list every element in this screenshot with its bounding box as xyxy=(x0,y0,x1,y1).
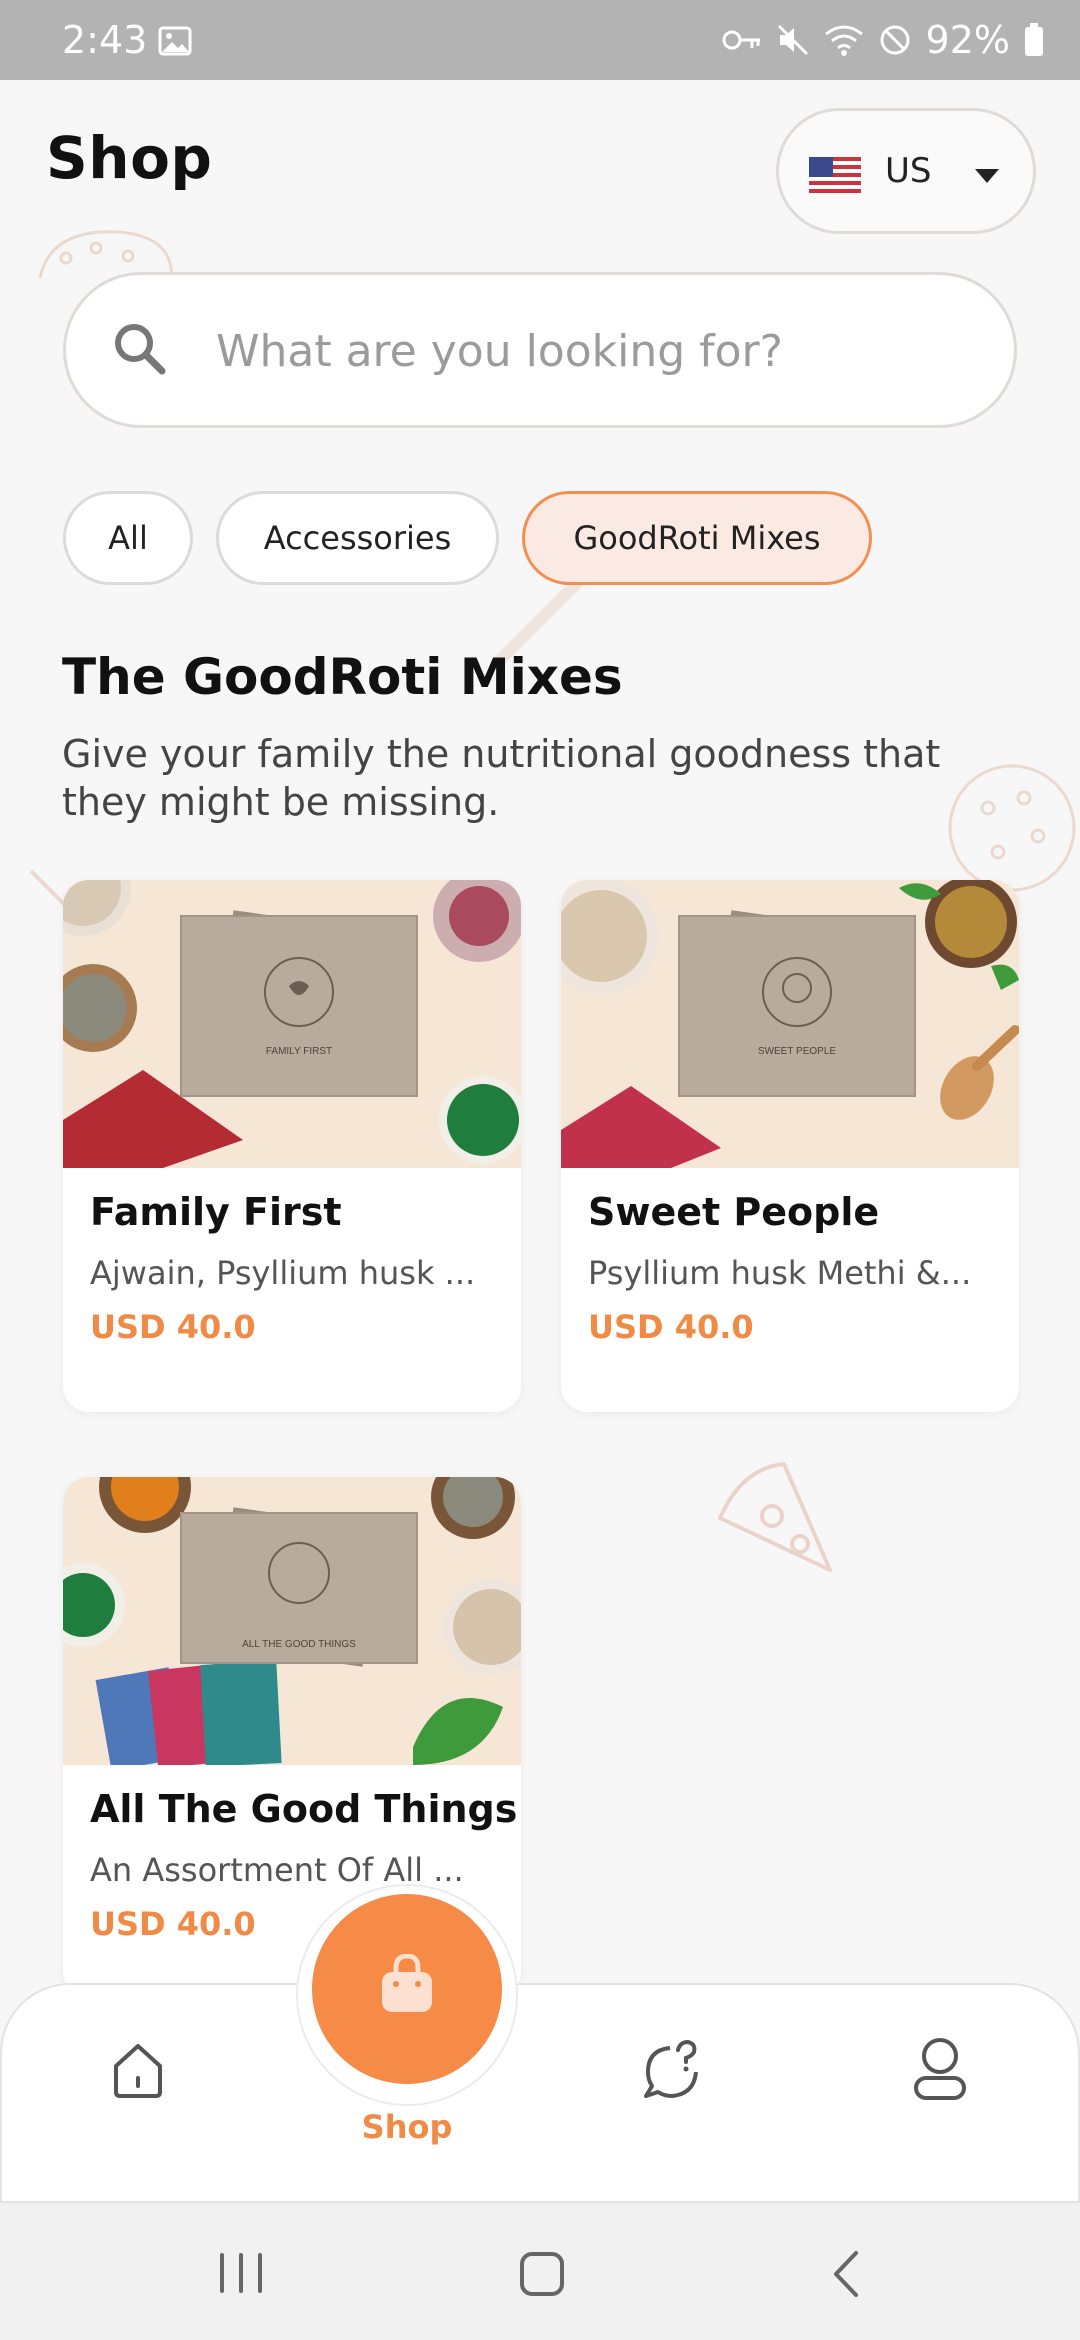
key-icon xyxy=(722,30,760,50)
product-image: ALL THE GOOD THINGS xyxy=(63,1477,521,1765)
recent-apps-icon[interactable] xyxy=(218,2251,264,2295)
product-description: An Assortment Of All ... xyxy=(90,1851,464,1889)
product-name: Family First xyxy=(90,1190,342,1234)
product-card-sweet-people[interactable]: SWEET PEOPLE Sweet People Psyllium husk … xyxy=(561,880,1019,1412)
country-selector[interactable]: US xyxy=(776,108,1036,234)
box-label: FAMILY FIRST xyxy=(266,1046,332,1057)
home-button-icon[interactable] xyxy=(519,2251,565,2297)
product-image: FAMILY FIRST xyxy=(63,880,521,1168)
shop-tab-button[interactable] xyxy=(312,1894,502,2084)
section-title: The GoodRoti Mixes xyxy=(62,648,623,706)
pizza-doodle-icon xyxy=(718,1462,832,1572)
product-image: SWEET PEOPLE xyxy=(561,880,1019,1168)
product-price: USD 40.0 xyxy=(90,1308,256,1346)
status-bar: 2:43 92% xyxy=(0,0,1080,80)
country-label: US xyxy=(885,151,932,191)
product-description: Ajwain, Psyllium husk ... xyxy=(90,1254,476,1292)
search-input[interactable] xyxy=(214,315,978,387)
search-bar[interactable] xyxy=(63,272,1017,428)
section-subtitle: Give your family the nutritional goodnes… xyxy=(62,732,941,824)
box-label: SWEET PEOPLE xyxy=(758,1046,837,1057)
back-icon[interactable] xyxy=(830,2249,862,2299)
do-not-disturb-icon xyxy=(880,25,910,55)
status-time: 2:43 xyxy=(62,18,148,62)
product-price: USD 40.0 xyxy=(588,1308,754,1346)
us-flag-icon xyxy=(809,157,861,193)
profile-icon[interactable] xyxy=(910,2036,970,2102)
image-icon xyxy=(158,26,192,56)
box-label: ALL THE GOOD THINGS xyxy=(242,1639,356,1650)
filter-chip-accessories[interactable]: Accessories xyxy=(216,491,499,585)
chip-label: GoodRoti Mixes xyxy=(573,519,821,557)
product-name: Sweet People xyxy=(588,1190,880,1234)
home-icon[interactable] xyxy=(108,2040,168,2100)
battery-icon xyxy=(1025,23,1043,56)
nav-label-shop: Shop xyxy=(361,2108,453,2146)
product-card-family-first[interactable]: FAMILY FIRST Family First Ajwain, Psylli… xyxy=(63,880,521,1412)
system-nav-bar xyxy=(0,2203,1080,2340)
chevron-down-icon xyxy=(975,169,999,183)
battery-percent: 92% xyxy=(925,18,1010,62)
page-title: Shop xyxy=(46,124,213,192)
chip-label: Accessories xyxy=(263,519,452,557)
help-chat-icon[interactable] xyxy=(640,2040,704,2100)
chip-label: All xyxy=(108,519,148,557)
filter-chip-goodroti-mixes[interactable]: GoodRoti Mixes xyxy=(522,491,872,585)
wifi-icon xyxy=(824,25,863,56)
filter-chip-all[interactable]: All xyxy=(63,491,193,585)
product-name: All The Good Things xyxy=(90,1787,518,1831)
mute-icon xyxy=(777,24,808,56)
product-price: USD 40.0 xyxy=(90,1905,256,1943)
shopping-bag-icon xyxy=(382,1954,432,2012)
search-icon xyxy=(115,324,166,375)
product-description: Psyllium husk Methi &... xyxy=(588,1254,972,1292)
